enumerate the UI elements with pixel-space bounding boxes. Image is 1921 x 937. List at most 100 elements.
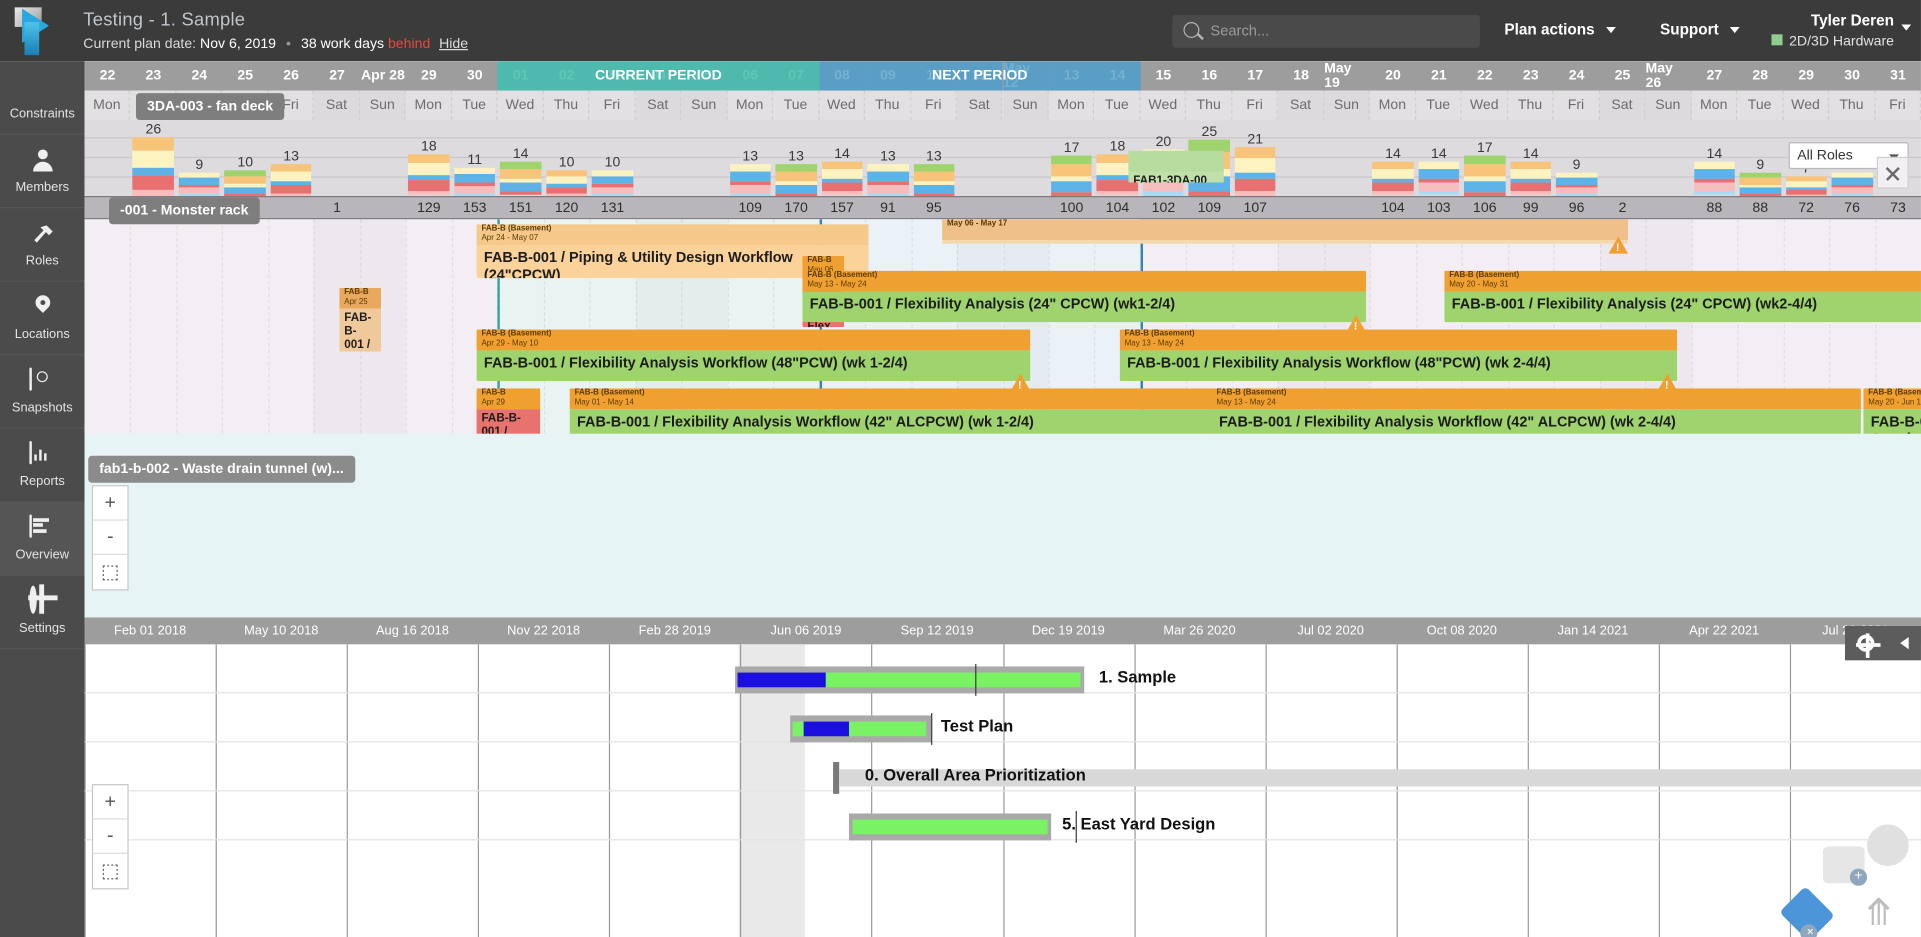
gantt-day-cell[interactable]: 11 (957, 61, 1003, 90)
histogram-bar[interactable]: 14 (822, 162, 863, 196)
comment-fab[interactable]: + (1823, 847, 1865, 884)
sidebar-item-reports[interactable]: Reports (0, 429, 85, 503)
gantt-day-cell[interactable]: May 12 (1003, 61, 1049, 90)
gantt-day-cell[interactable]: 25 (1600, 61, 1646, 90)
map-zoom-out-button[interactable]: - (93, 521, 127, 555)
histogram-bar[interactable]: 9 (1832, 173, 1873, 196)
gantt-task-bar[interactable]: FAB-B (Basement)May 13 - May 24FAB-B-001… (1212, 388, 1861, 439)
gantt-task-bar[interactable]: FAB-B (Basement)Apr 29 - May 10FAB-B-001… (477, 330, 1031, 381)
support-menu[interactable]: Support (1660, 21, 1740, 38)
overview-zoom-out-button[interactable]: - (93, 820, 127, 854)
gantt-task-bar[interactable]: FAB-B (Basement)May 01 - May 14FAB-B-001… (570, 388, 1217, 439)
hide-link[interactable]: Hide (439, 37, 468, 52)
gantt-day-cell[interactable]: 14 (1095, 61, 1141, 90)
gantt-day-cell[interactable]: 17 (1232, 61, 1278, 90)
close-icon[interactable] (1877, 157, 1909, 189)
histogram-bar[interactable]: 10 (225, 170, 266, 196)
gantt-day-cell[interactable]: May 26 (1645, 61, 1691, 90)
histogram-bar[interactable]: 10 (592, 170, 633, 196)
app-logo[interactable] (12, 5, 71, 56)
overview-fit-button[interactable]: ⬚ (93, 854, 127, 888)
gantt-day-cell[interactable]: 24 (1554, 61, 1600, 90)
histogram-bar[interactable]: 17 (1051, 156, 1092, 196)
gantt-day-cell[interactable]: 01 (498, 61, 544, 90)
overview-rows[interactable]: 1. SampleTest Plan0. Overall Area Priori… (85, 644, 1921, 937)
gantt-day-cell[interactable]: 20 (1370, 61, 1416, 90)
overview-timeline-axis[interactable]: Feb 01 2018May 10 2018Aug 16 2018Nov 22 … (85, 617, 1921, 644)
gear-icon[interactable] (1858, 635, 1875, 652)
overview-settings-tab[interactable] (1845, 626, 1921, 660)
gantt-day-cell[interactable]: 30 (452, 61, 498, 90)
histogram-bar[interactable]: 14 (1372, 162, 1413, 196)
warning-icon[interactable] (1609, 236, 1629, 253)
histogram-bar[interactable]: 26 (133, 137, 174, 196)
sidebar-item-locations[interactable]: Locations (0, 282, 85, 356)
gantt-day-cell[interactable]: 29 (1783, 61, 1829, 90)
gantt-day-cell[interactable]: 27 (1691, 61, 1737, 90)
gantt-day-cell[interactable]: 26 (268, 61, 314, 90)
gantt-day-cell[interactable]: 31 (1875, 61, 1921, 90)
histogram-bar[interactable]: 14 (1418, 162, 1459, 196)
overview-zoom-controls[interactable]: + - ⬚ (92, 784, 129, 889)
histogram-bar[interactable]: 9 (1556, 173, 1597, 196)
histogram-bar[interactable]: 11 (454, 168, 495, 196)
histogram-bar[interactable]: 13 (776, 164, 817, 196)
gantt-day-cell[interactable]: 23 (1508, 61, 1554, 90)
sidebar-item-members[interactable]: Members (0, 135, 85, 209)
histogram-bar[interactable]: 21 (1235, 147, 1276, 196)
histogram-bar[interactable]: 13 (913, 164, 954, 196)
gantt-task-bar[interactable]: FAB-B (Basement)May 20 - Jun 11FAB-B-001… (1863, 388, 1921, 439)
plan-actions-menu[interactable]: Plan actions (1504, 21, 1616, 38)
gantt-day-cell[interactable]: 08 (819, 61, 865, 90)
gantt-day-cell[interactable]: 05 (681, 61, 727, 90)
search-box[interactable]: Search... (1172, 15, 1480, 48)
gantt-day-cell[interactable]: 10 (911, 61, 957, 90)
gantt-day-cell[interactable]: 27 (314, 61, 360, 90)
circle-fab[interactable] (1867, 824, 1909, 866)
arrow-up-icon[interactable]: ⤊ (1863, 892, 1894, 935)
gantt-day-header[interactable]: 222324252627Apr 282930010203040506070809… (85, 61, 1921, 90)
gantt-day-cell[interactable]: 09 (865, 61, 911, 90)
sidebar-item-constraints[interactable]: Constraints (0, 61, 85, 135)
histogram-bar[interactable]: 14 (500, 162, 541, 196)
histogram-bar[interactable]: 7 (1786, 176, 1827, 196)
sidebar-item-settings[interactable]: Settings (0, 576, 85, 650)
gantt-day-cell[interactable]: 24 (176, 61, 222, 90)
gantt-day-cell[interactable]: 22 (85, 61, 131, 90)
histogram-bar[interactable]: 13 (730, 164, 771, 196)
gantt-day-cell[interactable]: 07 (773, 61, 819, 90)
histogram-bar[interactable]: 17 (1464, 156, 1505, 196)
gantt-day-cell[interactable]: 23 (130, 61, 176, 90)
histogram-bar[interactable]: 9 (179, 173, 220, 196)
gantt-day-cell[interactable]: 16 (1186, 61, 1232, 90)
gantt-day-cell[interactable]: Apr 28 (360, 61, 406, 90)
sidebar-item-overview[interactable]: Overview (0, 502, 85, 576)
collapse-panel-icon[interactable] (1900, 637, 1909, 649)
histogram-bar[interactable]: 14 (1510, 162, 1551, 196)
histogram-bar[interactable]: 10 (546, 170, 587, 196)
map-panel[interactable]: fab1-b-002 - Waste drain tunnel (w)... +… (85, 434, 1921, 618)
gantt-day-cell[interactable]: 15 (1140, 61, 1186, 90)
histogram-bar[interactable]: 9 (1740, 173, 1781, 196)
gantt-day-cell[interactable]: 29 (406, 61, 452, 90)
gantt-day-cell[interactable]: 03 (590, 61, 636, 90)
gantt-day-cell[interactable]: 04 (635, 61, 681, 90)
search-input[interactable]: Search... (1210, 22, 1269, 39)
gantt-day-cell[interactable]: 28 (1737, 61, 1783, 90)
gantt-day-cell[interactable]: 18 (1278, 61, 1324, 90)
gantt-task-bar[interactable]: FAB1-3DA-00 3/Final (1128, 151, 1224, 183)
gantt-task-bar[interactable]: FAB-B (Basement)May 13 - May 24FAB-B-001… (1120, 330, 1677, 381)
gantt-task-bar[interactable]: FAB-BApr 25FAB-B-001 / Update (339, 288, 381, 352)
sidebar-item-roles[interactable]: Roles (0, 208, 85, 282)
gantt-day-cell[interactable]: 22 (1462, 61, 1508, 90)
histogram-bar[interactable]: 13 (271, 164, 312, 196)
histogram-bar[interactable]: 14 (1694, 162, 1735, 196)
gantt-day-cell[interactable]: 30 (1829, 61, 1875, 90)
gantt-task-bar[interactable]: FAB-B (Basement)May 13 - May 24FAB-B-001… (802, 271, 1366, 322)
gantt-task-bar[interactable]: FAB-B (Basement)May 20 - May 31FAB-B-001… (1444, 271, 1921, 322)
map-zoom-controls[interactable]: + - ⬚ (92, 485, 129, 590)
map-zoom-in-button[interactable]: + (93, 486, 127, 520)
gantt-day-cell[interactable]: 02 (544, 61, 590, 90)
gantt-day-cell[interactable]: 13 (1049, 61, 1095, 90)
gantt-day-cell[interactable]: 21 (1416, 61, 1462, 90)
